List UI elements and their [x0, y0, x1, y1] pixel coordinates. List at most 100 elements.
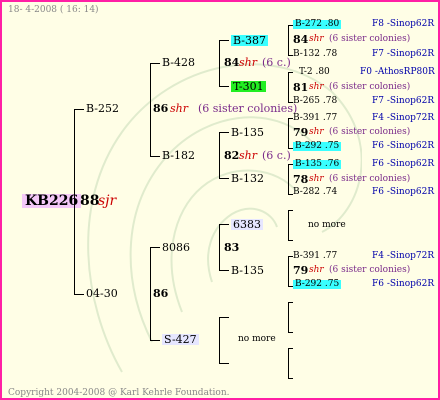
date-stamp: 18- 4-2008 ( 16: 14) [8, 5, 99, 15]
g4-id[interactable]: B-391 .77 [293, 252, 337, 261]
root-year: 88 [80, 193, 100, 209]
g3-b387-id[interactable]: B-387 [231, 35, 268, 46]
branch-line [288, 302, 289, 332]
g4-origin: F4 -Sinop72R [372, 251, 435, 261]
g4-id[interactable]: B-135 .76 [293, 160, 342, 169]
connector [288, 240, 293, 241]
ss-id[interactable]: B-428 [162, 57, 195, 68]
branch-line [219, 317, 220, 363]
sire-type: shr [170, 102, 188, 115]
g4-mid-type: shr [309, 34, 324, 44]
connector [74, 294, 84, 295]
g3-b132-id[interactable]: B-132 [231, 173, 264, 184]
branch-line [288, 72, 289, 102]
connector [288, 348, 293, 349]
connector [288, 378, 293, 379]
ss-year: 84 [224, 56, 240, 69]
g4-id[interactable]: B-391 .77 [293, 114, 337, 123]
g4-id[interactable]: B-282 .74 [293, 188, 337, 197]
g4-id[interactable]: B-272 .80 [293, 20, 342, 29]
branch-line [288, 256, 289, 286]
connector [219, 317, 229, 318]
dam-id[interactable]: 04-30 [86, 288, 118, 299]
connector [150, 156, 160, 157]
g3-b135a-id[interactable]: B-135 [231, 127, 264, 138]
g3-6383-id[interactable]: 6383 [231, 219, 263, 230]
g4-origin: F7 -Sinop62R [372, 96, 435, 106]
g4-id[interactable]: T-2 .80 [299, 68, 330, 77]
sd-id[interactable]: B-182 [162, 150, 195, 161]
branch-line [288, 348, 289, 378]
branch-line [288, 210, 289, 240]
dd-id[interactable]: S-427 [162, 334, 199, 345]
g4-mid-type: shr [309, 174, 324, 184]
sire-id[interactable]: B-252 [86, 103, 119, 114]
branch-line [219, 132, 220, 178]
sire-year: 86 [153, 102, 169, 115]
branch-line [219, 40, 220, 86]
connector [288, 72, 293, 73]
g4-id[interactable]: B-265 .78 [293, 97, 337, 106]
g4-origin: F6 -Sinop62R [372, 141, 435, 151]
g3-b135b-id[interactable]: B-135 [231, 265, 264, 276]
connector [219, 363, 229, 364]
sd-year: 82 [224, 149, 240, 162]
root-branch-line [74, 109, 75, 295]
g4-origin: F6 -Sinop62R [372, 279, 435, 289]
connector [219, 132, 229, 133]
root-type: sjr [98, 193, 117, 209]
connector [74, 109, 84, 110]
g4-origin: F6 -Sinop62R [372, 187, 435, 197]
g4-id[interactable]: B-292 .75 [293, 142, 342, 151]
sire-branch-line [150, 63, 151, 156]
root-id[interactable]: KB226 [22, 194, 82, 208]
branch-line [288, 164, 289, 194]
branch-line [219, 224, 220, 270]
g4-origin: F6 -Sinop62R [372, 159, 435, 169]
g3-t301-id[interactable]: T-301 [231, 81, 266, 92]
g4-mid-year: 78 [293, 173, 309, 186]
g4-id[interactable]: B-292 .75 [293, 280, 342, 289]
pedigree-frame: 18- 4-2008 ( 16: 14) KB226 88 sjr B-252 … [0, 0, 440, 400]
dam-year: 86 [153, 287, 169, 300]
g4-mid-year: 84 [293, 33, 309, 46]
ss-type: shr [239, 56, 257, 69]
connector [288, 210, 293, 211]
connector [150, 63, 160, 64]
g4-origin: F7 -Sinop62R [372, 49, 435, 59]
connector [288, 302, 293, 303]
ds-id[interactable]: 8086 [162, 242, 190, 253]
g4-mid-note: (6 sister colonies) [329, 127, 411, 137]
g4-mid-year: 79 [293, 264, 309, 277]
g4-mid-type: shr [309, 265, 324, 275]
g4-id[interactable]: B-132 .78 [293, 50, 337, 59]
branch-line [288, 118, 289, 148]
g4-origin: F0 -AthosRP80R [360, 67, 435, 77]
sire-note: (6 sister colonies) [198, 102, 298, 115]
connector [219, 86, 229, 87]
g4-mid-note: (6 sister colonies) [329, 265, 411, 275]
g4-origin: F8 -Sinop62R [372, 19, 435, 29]
connector [288, 332, 293, 333]
copyright: Copyright 2004-2008 @ Karl Kehrle Founda… [8, 388, 230, 398]
g4-mid-note: (6 sister colonies) [329, 82, 411, 92]
ss-note: (6 c.) [262, 56, 291, 69]
g4-mid-year: 81 [293, 81, 309, 94]
connector [219, 178, 229, 179]
connector [219, 270, 229, 271]
g3-6383-no-more: no more [308, 220, 346, 230]
ds-year: 83 [224, 241, 240, 254]
g4-mid-note: (6 sister colonies) [329, 174, 411, 184]
g4-mid-note: (6 sister colonies) [329, 34, 411, 44]
connector [150, 247, 160, 248]
g4-mid-type: shr [309, 127, 324, 137]
connector [150, 340, 160, 341]
dd-no-more: no more [238, 334, 276, 344]
g4-origin: F4 -Sinop72R [372, 113, 435, 123]
sd-note: (6 c.) [262, 149, 291, 162]
g4-mid-type: shr [309, 82, 324, 92]
g4-mid-year: 79 [293, 126, 309, 139]
sd-type: shr [239, 149, 257, 162]
connector [219, 224, 229, 225]
connector [219, 40, 229, 41]
